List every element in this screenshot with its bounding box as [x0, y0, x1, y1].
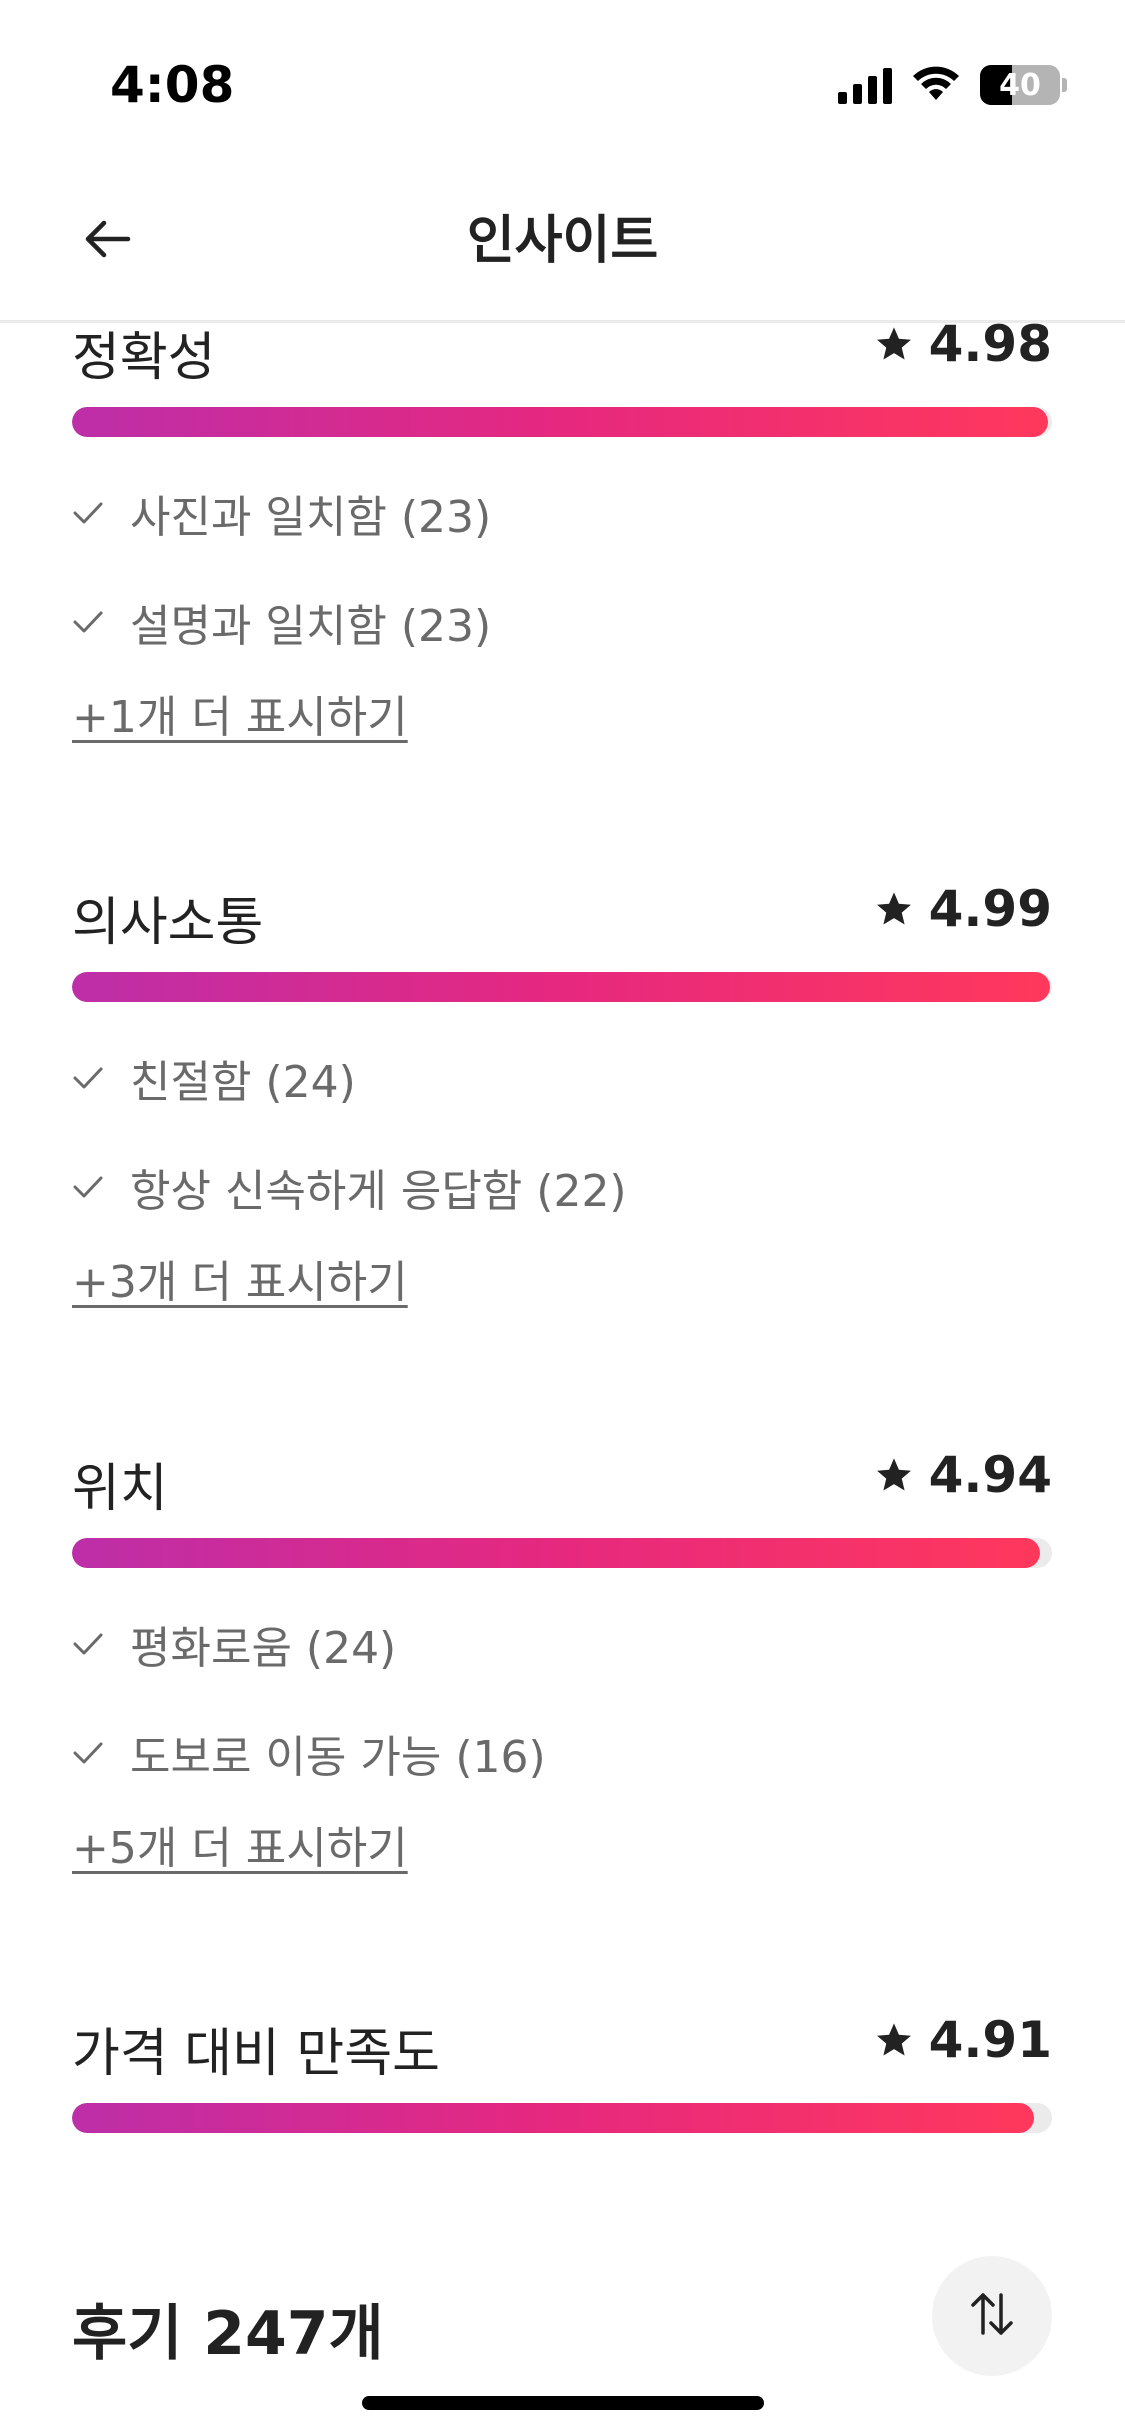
sort-arrows-icon [969, 2289, 1015, 2343]
show-more-link[interactable]: +1개 더 표시하기 [72, 681, 408, 745]
highlight-item: 설명과 일치함 (23) [72, 590, 491, 654]
battery-percentage: 40 [999, 67, 1041, 103]
rating-value: 4.98 [928, 323, 1052, 373]
nav-header: 인사이트 [0, 170, 1125, 323]
rating-bar [72, 407, 1052, 437]
highlight-label: 설명과 일치함 (23) [130, 601, 492, 652]
rating-value: 4.94 [928, 1446, 1052, 1504]
rating-value: 4.91 [928, 2011, 1052, 2069]
highlight-item: 항상 신속하게 응답함 (22) [72, 1155, 627, 1219]
insights-content: 정확성 4.98 사진과 일치함 (23) 설명과 일치함 (23) +1개 더… [0, 323, 1125, 2436]
sort-button[interactable] [932, 2256, 1052, 2376]
check-icon [72, 499, 104, 527]
category-location: 위치 4.94 평화로움 (24) 도보로 이동 가능 (16) +5개 더 표… [72, 1446, 1052, 1874]
check-icon [72, 608, 104, 636]
highlight-label: 사진과 일치함 (23) [130, 492, 492, 543]
check-icon [72, 1739, 104, 1767]
category-communication: 의사소통 4.99 친절함 (24) 항상 신속하게 응답함 (22) +3개 … [72, 880, 1052, 1308]
highlight-item: 친절함 (24) [72, 1046, 356, 1110]
highlight-label: 친절함 (24) [130, 1057, 356, 1108]
category-value: 가격 대비 만족도 4.91 [72, 2011, 1052, 2133]
check-icon [72, 1630, 104, 1658]
rating-bar [72, 2103, 1052, 2133]
category-accuracy: 정확성 4.98 사진과 일치함 (23) 설명과 일치함 (23) +1개 더… [72, 323, 1052, 743]
status-time: 4:08 [110, 56, 235, 114]
check-icon [72, 1173, 104, 1201]
star-icon [875, 2021, 913, 2059]
category-rating: 4.98 [875, 323, 1052, 373]
category-rating: 4.91 [875, 2011, 1052, 2069]
category-header: 가격 대비 만족도 4.91 [72, 2011, 1052, 2084]
category-title: 정확성 [72, 328, 216, 388]
category-title: 가격 대비 만족도 [72, 2024, 440, 2084]
category-title: 위치 [72, 1459, 168, 1519]
rating-bar [72, 972, 1052, 1002]
highlight-item: 도보로 이동 가능 (16) [72, 1721, 546, 1785]
battery-cap [1062, 78, 1067, 92]
home-indicator[interactable] [362, 2396, 764, 2410]
highlight-item: 사진과 일치함 (23) [72, 481, 491, 545]
check-icon [72, 1064, 104, 1092]
highlight-item: 평화로움 (24) [72, 1612, 396, 1676]
rating-value: 4.99 [928, 880, 1052, 938]
rating-bar [72, 1538, 1052, 1568]
star-icon [875, 325, 913, 363]
rating-bar-fill [72, 972, 1051, 1002]
rating-bar-fill [72, 1538, 1041, 1568]
reviews-count-heading: 후기 247개 [72, 2299, 384, 2369]
category-rating: 4.94 [875, 1446, 1052, 1504]
category-header: 위치 4.94 [72, 1446, 1052, 1519]
status-bar: 4:08 40 [0, 0, 1125, 170]
category-header: 정확성 4.98 [72, 323, 1052, 388]
show-more-link[interactable]: +3개 더 표시하기 [72, 1246, 408, 1310]
category-rating: 4.99 [875, 880, 1052, 938]
cellular-signal-icon [838, 66, 892, 104]
status-icons: 40 [838, 64, 1067, 106]
category-title: 의사소통 [72, 893, 264, 953]
highlight-label: 도보로 이동 가능 (16) [130, 1732, 546, 1783]
star-icon [875, 1456, 913, 1494]
rating-bar-fill [72, 2103, 1035, 2133]
category-header: 의사소통 4.99 [72, 880, 1052, 953]
rating-bar-fill [72, 407, 1049, 437]
battery-icon: 40 [980, 65, 1060, 105]
page-title: 인사이트 [466, 211, 659, 271]
show-more-link[interactable]: +5개 더 표시하기 [72, 1812, 408, 1876]
highlight-label: 항상 신속하게 응답함 (22) [130, 1166, 627, 1217]
star-icon [875, 890, 913, 928]
highlight-label: 평화로움 (24) [130, 1623, 397, 1674]
wifi-icon [910, 64, 962, 106]
